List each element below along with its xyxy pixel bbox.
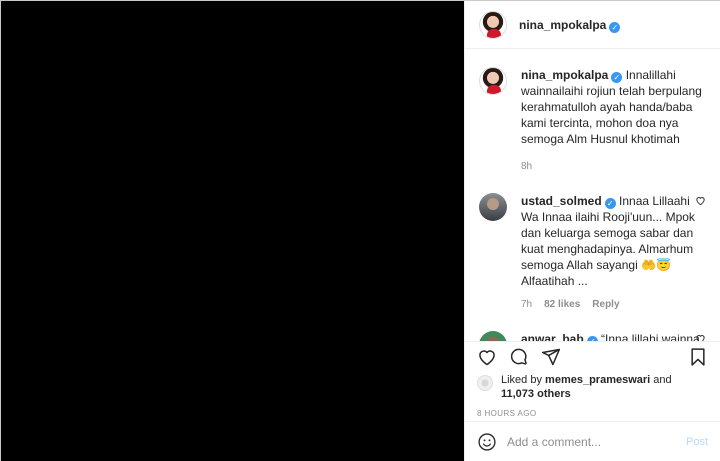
comment-time[interactable]: 7h bbox=[521, 297, 532, 313]
instagram-post-window: nina_mpokalpa ✓ nina_mpokalpa ✓ Innalillah… bbox=[0, 0, 720, 461]
avatar[interactable] bbox=[479, 67, 507, 95]
comment-text: Innaa Lillaahi Wa Innaa ilaihi Rooji'uun… bbox=[521, 194, 695, 288]
caption-comment: nina_mpokalpa ✓ Innalillahi wainnailaihi … bbox=[479, 49, 706, 175]
post-timestamp[interactable]: 8 HOURS AGO bbox=[477, 409, 708, 418]
header-user: nina_mpokalpa ✓ bbox=[519, 16, 621, 34]
comment-time[interactable]: 8h bbox=[521, 159, 532, 175]
heart-icon[interactable] bbox=[695, 333, 706, 341]
post-sidebar: nina_mpokalpa ✓ nina_mpokalpa ✓ Innalillah… bbox=[464, 1, 720, 461]
verified-badge-icon: ✓ bbox=[609, 21, 621, 33]
comment-username[interactable]: ustad_solmed bbox=[521, 194, 602, 208]
avatar[interactable] bbox=[479, 10, 507, 39]
post-media[interactable] bbox=[1, 1, 464, 461]
post-button[interactable]: Post bbox=[686, 436, 708, 448]
emoji-icon[interactable] bbox=[477, 432, 497, 452]
post-header: nina_mpokalpa ✓ bbox=[465, 1, 720, 49]
share-icon[interactable] bbox=[541, 347, 561, 367]
comment-icon[interactable] bbox=[509, 347, 529, 367]
avatar[interactable] bbox=[477, 375, 493, 391]
comments-list[interactable]: nina_mpokalpa ✓ Innalillahi wainnailaihi … bbox=[465, 49, 720, 341]
comment-input[interactable] bbox=[507, 434, 686, 449]
comment-username[interactable]: anwar_bab bbox=[521, 332, 584, 341]
liked-by-and: and bbox=[653, 374, 672, 386]
header-username[interactable]: nina_mpokalpa bbox=[519, 18, 606, 32]
avatar[interactable] bbox=[479, 331, 507, 341]
heart-icon[interactable] bbox=[695, 195, 706, 206]
like-heart-icon[interactable] bbox=[477, 347, 497, 367]
add-comment-bar: Post bbox=[465, 421, 720, 461]
list-item: anwar_bab✓ “Inna lillahi wainna ilaihi r… bbox=[479, 331, 706, 341]
reply-button[interactable]: Reply bbox=[592, 297, 619, 313]
liked-by-user[interactable]: memes_prameswari bbox=[545, 374, 650, 386]
liked-by-prefix: Liked by bbox=[501, 374, 542, 386]
comment-username[interactable]: nina_mpokalpa bbox=[521, 68, 608, 82]
avatar[interactable] bbox=[479, 193, 507, 221]
verified-badge-icon: ✓ bbox=[604, 198, 616, 209]
post-actions: Liked by memes_prameswari and 11,073 oth… bbox=[465, 341, 720, 418]
verified-badge-icon: ✓ bbox=[611, 72, 623, 83]
list-item: ustad_solmed ✓ Innaa Lillaahi Wa Innaa il… bbox=[479, 193, 706, 313]
bookmark-icon[interactable] bbox=[688, 347, 708, 367]
comment-likes[interactable]: 82 likes bbox=[544, 297, 580, 313]
liked-by-others[interactable]: 11,073 others bbox=[501, 388, 571, 400]
likes-summary: Liked by memes_prameswari and 11,073 oth… bbox=[477, 373, 708, 401]
